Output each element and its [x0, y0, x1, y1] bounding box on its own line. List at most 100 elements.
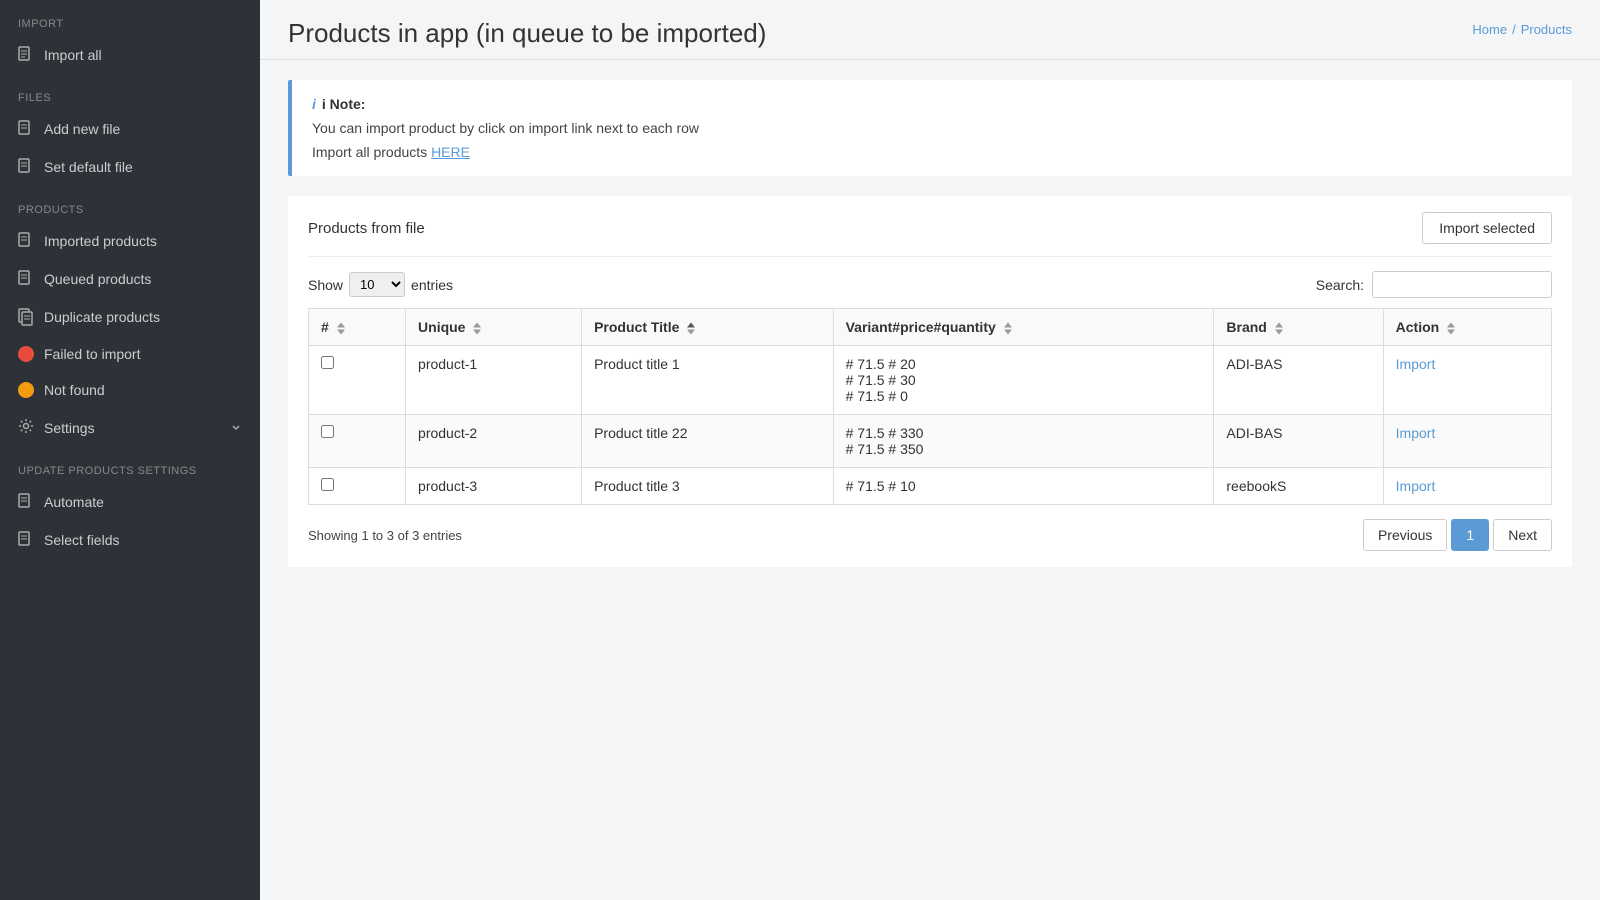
- add-new-file-icon: [18, 120, 34, 138]
- variant-line: # 71.5 # 330: [846, 425, 1202, 441]
- queued-products-label: Queued products: [44, 271, 242, 287]
- previous-button[interactable]: Previous: [1363, 519, 1447, 551]
- note-text: You can import product by click on impor…: [312, 120, 1552, 136]
- row-variant: # 71.5 # 330# 71.5 # 350: [833, 415, 1214, 468]
- search-box: Search:: [1316, 271, 1552, 298]
- set-default-file-label: Set default file: [44, 159, 242, 175]
- pagination: Previous 1 Next: [1363, 519, 1552, 551]
- row-brand: ADI-BAS: [1214, 346, 1383, 415]
- note-title: i i Note:: [312, 96, 1552, 112]
- products-section-header: Products from file Import selected: [308, 212, 1552, 257]
- sidebar-item-automate[interactable]: Automate: [0, 483, 260, 521]
- col-unique-sort[interactable]: [473, 322, 481, 335]
- update-section-label: Update products settings: [0, 447, 260, 483]
- row-checkbox[interactable]: [321, 356, 334, 369]
- sidebar-item-set-default-file[interactable]: Set default file: [0, 148, 260, 186]
- automate-label: Automate: [44, 494, 242, 510]
- import-link[interactable]: Import: [1396, 478, 1436, 494]
- page-title: Products in app (in queue to be imported…: [288, 18, 766, 49]
- row-variant: # 71.5 # 20# 71.5 # 30# 71.5 # 0: [833, 346, 1214, 415]
- imported-products-label: Imported products: [44, 233, 242, 249]
- sidebar-item-import-all[interactable]: Import all: [0, 36, 260, 74]
- col-unique: Unique: [406, 309, 582, 346]
- note-link: Import all products HERE: [312, 144, 1552, 160]
- table-body: product-1Product title 1# 71.5 # 20# 71.…: [309, 346, 1552, 505]
- col-brand: Brand: [1214, 309, 1383, 346]
- add-new-file-label: Add new file: [44, 121, 242, 137]
- import-all-here-link[interactable]: HERE: [431, 144, 470, 160]
- failed-to-import-label: Failed to import: [44, 346, 242, 362]
- automate-icon: [18, 493, 34, 511]
- queued-products-icon: [18, 270, 34, 288]
- breadcrumb-current: Products: [1521, 22, 1572, 37]
- entries-label: entries: [411, 277, 453, 293]
- row-brand: reebookS: [1214, 468, 1383, 505]
- row-unique: product-3: [406, 468, 582, 505]
- col-action-sort[interactable]: [1447, 322, 1455, 335]
- search-input[interactable]: [1372, 271, 1552, 298]
- breadcrumb: Home / Products: [1472, 22, 1572, 37]
- col-hash-sort[interactable]: [337, 322, 345, 335]
- note-box: i i Note: You can import product by clic…: [288, 80, 1572, 176]
- breadcrumb-separator: /: [1512, 22, 1516, 37]
- search-label: Search:: [1316, 277, 1364, 293]
- col-product-title: Product Title: [582, 309, 834, 346]
- info-icon: i: [312, 96, 316, 112]
- show-entries-control: Show 10 25 50 100 entries: [308, 272, 453, 297]
- entries-select[interactable]: 10 25 50 100: [349, 272, 405, 297]
- table-header: # Unique: [309, 309, 1552, 346]
- duplicate-products-icon: [18, 308, 34, 326]
- col-brand-sort[interactable]: [1275, 322, 1283, 335]
- imported-products-icon: [18, 232, 34, 250]
- sidebar-item-select-fields[interactable]: Select fields: [0, 521, 260, 559]
- import-link[interactable]: Import: [1396, 425, 1436, 441]
- row-brand: ADI-BAS: [1214, 415, 1383, 468]
- sidebar-item-queued-products[interactable]: Queued products: [0, 260, 260, 298]
- main-content-area: i i Note: You can import product by clic…: [260, 60, 1600, 900]
- duplicate-products-label: Duplicate products: [44, 309, 242, 325]
- variant-line: # 71.5 # 30: [846, 372, 1202, 388]
- import-section-label: Import: [0, 0, 260, 36]
- select-fields-icon: [18, 531, 34, 549]
- show-label: Show: [308, 277, 343, 293]
- import-all-icon: [18, 46, 34, 64]
- row-checkbox-cell: [309, 415, 406, 468]
- row-action: Import: [1383, 415, 1551, 468]
- sidebar-item-failed-to-import[interactable]: Failed to import: [0, 336, 260, 372]
- table-row: product-2Product title 22# 71.5 # 330# 7…: [309, 415, 1552, 468]
- page-1-button[interactable]: 1: [1451, 519, 1489, 551]
- row-checkbox-cell: [309, 346, 406, 415]
- products-section-title: Products from file: [308, 220, 425, 237]
- sidebar-item-add-new-file[interactable]: Add new file: [0, 110, 260, 148]
- col-variant-sort[interactable]: [1004, 322, 1012, 335]
- variant-line: # 71.5 # 0: [846, 388, 1202, 404]
- col-variant: Variant#price#quantity: [833, 309, 1214, 346]
- breadcrumb-home[interactable]: Home: [1472, 22, 1507, 37]
- not-found-label: Not found: [44, 382, 242, 398]
- import-link[interactable]: Import: [1396, 356, 1436, 372]
- files-section-label: Files: [0, 74, 260, 110]
- next-button[interactable]: Next: [1493, 519, 1552, 551]
- row-unique: product-1: [406, 346, 582, 415]
- row-product-title: Product title 1: [582, 346, 834, 415]
- table-controls: Show 10 25 50 100 entries Search:: [308, 271, 1552, 298]
- row-checkbox-cell: [309, 468, 406, 505]
- variant-line: # 71.5 # 20: [846, 356, 1202, 372]
- col-action: Action: [1383, 309, 1551, 346]
- sidebar-item-not-found[interactable]: Not found: [0, 372, 260, 408]
- settings-chevron-icon: [232, 420, 242, 436]
- row-product-title: Product title 22: [582, 415, 834, 468]
- col-title-sort[interactable]: [687, 322, 695, 335]
- sidebar-item-settings[interactable]: Settings: [0, 408, 260, 447]
- row-checkbox[interactable]: [321, 425, 334, 438]
- variant-line: # 71.5 # 350: [846, 441, 1202, 457]
- variant-line: # 71.5 # 10: [846, 478, 1202, 494]
- sidebar-item-imported-products[interactable]: Imported products: [0, 222, 260, 260]
- table-footer: Showing 1 to 3 of 3 entries Previous 1 N…: [308, 519, 1552, 551]
- row-checkbox[interactable]: [321, 478, 334, 491]
- main-content: Products in app (in queue to be imported…: [260, 0, 1600, 900]
- showing-entries: Showing 1 to 3 of 3 entries: [308, 528, 462, 543]
- products-section-label: Products: [0, 186, 260, 222]
- sidebar-item-duplicate-products[interactable]: Duplicate products: [0, 298, 260, 336]
- import-selected-button[interactable]: Import selected: [1422, 212, 1552, 244]
